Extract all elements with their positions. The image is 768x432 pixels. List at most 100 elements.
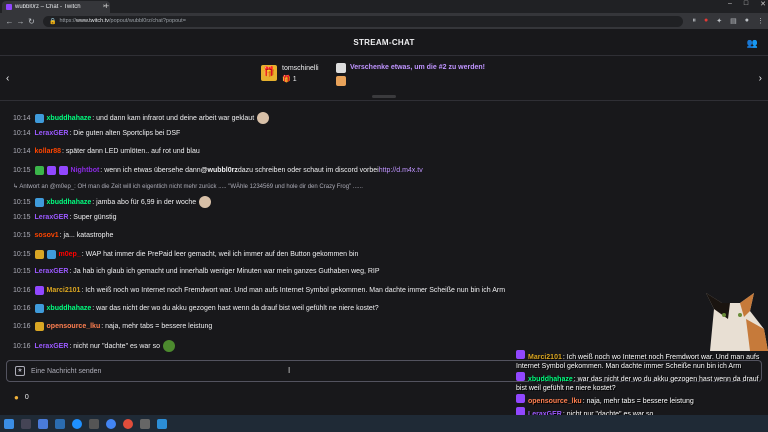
user-badge-icon[interactable]: [34, 197, 44, 207]
chat-message: 10:15 xbuddhahaze: jamba abo für 6,99 in …: [13, 196, 212, 208]
taskbar: [0, 415, 768, 432]
timestamp: 10:14: [13, 130, 31, 137]
message-text: naja, mehr tabs = bessere leistung: [105, 323, 213, 330]
start-icon[interactable]: [4, 418, 14, 429]
chat-username[interactable]: sosov1: [35, 232, 59, 239]
message-text: und dann kam infrarot und deine arbeit w…: [96, 114, 255, 122]
emote-picker-icon[interactable]: ★: [15, 366, 25, 376]
chat-message: 10:16 LeraxGER: nicht nur "dachte" es war…: [13, 340, 175, 352]
drag-handle[interactable]: [372, 95, 396, 98]
emote-icon[interactable]: [257, 112, 270, 124]
leaderboard-user[interactable]: tomschinelli: [282, 65, 319, 72]
timestamp: 10:15: [13, 167, 31, 174]
chat-username[interactable]: kollar88: [35, 148, 61, 155]
app-icon[interactable]: [123, 418, 133, 429]
chat-message: 10:14 xbuddhahaze: und dann kam infrarot …: [13, 112, 270, 124]
timestamp: 10:16: [13, 305, 31, 312]
browser-tab[interactable]: wubbl0rz – Chat - Twitch ×: [2, 1, 110, 13]
overlay-message: Marci2101: Ich weiß noch wo Internet noc…: [516, 350, 768, 371]
reload-icon[interactable]: ↻: [26, 17, 37, 26]
user-badge-icon[interactable]: [58, 166, 68, 175]
gift-leaderboard: ‹ › 🎁 tomschinelli 🎁 1 Verschenke etwas, …: [0, 57, 768, 101]
chat-message: 10:16 xbuddhahaze: war das nicht der wo d…: [13, 304, 379, 313]
reply-context[interactable]: ↳ Antwort an @m0ep_: OH man die Zeit wil…: [13, 183, 363, 190]
timestamp: 10:16: [13, 287, 31, 294]
chat-message: 10:15 m0ep_: WAP hat immer die PrePaid le…: [13, 250, 358, 259]
chat-username[interactable]: m0ep_: [59, 251, 81, 258]
overlay-username: opensource_lku: [528, 398, 582, 405]
timestamp: 10:14: [13, 148, 31, 155]
message-text: dazu schreiben oder schaut im discord vo…: [237, 167, 379, 174]
cat-image: [706, 293, 768, 351]
url-prefix: https://: [59, 18, 76, 24]
chat-username[interactable]: Nightbot: [71, 167, 100, 174]
explorer-icon[interactable]: [38, 418, 48, 429]
emote-icon[interactable]: [199, 196, 212, 208]
ublock-icon[interactable]: ●: [704, 17, 708, 25]
app-icon[interactable]: [89, 418, 99, 429]
timestamp: 10:14: [13, 114, 31, 122]
minimize-icon[interactable]: –: [728, 0, 732, 8]
forward-arrow-icon[interactable]: →: [15, 17, 26, 26]
chat-username[interactable]: xbuddhahaze: [47, 199, 92, 206]
edge-icon[interactable]: [72, 418, 82, 429]
timestamp: 10:15: [13, 251, 31, 258]
leaderboard-cta[interactable]: Verschenke etwas, um die #2 zu werden!: [350, 64, 485, 71]
message-text: später dann LED umlöten.. auf rot und bl…: [65, 148, 200, 155]
user-badge-icon[interactable]: [34, 322, 44, 331]
app-icon[interactable]: [55, 418, 65, 429]
channel-points[interactable]: ● 0: [14, 393, 29, 402]
user-badge-icon[interactable]: [46, 250, 56, 259]
lock-icon: 🔒: [49, 18, 57, 25]
window-controls: – □ ✕: [728, 0, 766, 8]
timestamp: 10:15: [13, 268, 31, 275]
user-badge-icon[interactable]: [34, 250, 44, 259]
close-window-icon[interactable]: ✕: [760, 0, 766, 8]
overlay-text: : naja, mehr tabs = bessere leistung: [582, 398, 694, 405]
maximize-icon[interactable]: □: [744, 0, 748, 8]
message-text: war das nicht der wo du akku gezogen has…: [96, 305, 379, 312]
chat-username[interactable]: LeraxGER: [35, 214, 69, 221]
user-badge-icon[interactable]: [34, 113, 44, 123]
user-badge-icon[interactable]: [34, 286, 44, 295]
chat-username[interactable]: LeraxGER: [35, 343, 69, 350]
gift-box-icon: [336, 76, 346, 86]
back-arrow-icon[interactable]: ←: [4, 17, 15, 26]
overlay-message: opensource_lku: naja, mehr tabs = besser…: [516, 394, 768, 406]
mention[interactable]: @wubbl0rz: [201, 167, 238, 174]
message-text: wenn ich etwas übersehe dann: [104, 167, 201, 174]
chat-input-placeholder: Eine Nachricht senden: [31, 367, 102, 375]
chat-username[interactable]: LeraxGER: [35, 130, 69, 137]
chat-username[interactable]: LeraxGER: [35, 268, 69, 275]
chat-username[interactable]: opensource_lku: [47, 323, 101, 330]
puzzle-icon[interactable]: ✦: [716, 17, 722, 25]
url-field[interactable]: 🔒 https:// www.twitch.tv /popout/wubbl0r…: [43, 15, 683, 27]
chrome-icon[interactable]: [106, 418, 116, 429]
user-badge-icon[interactable]: [34, 304, 44, 313]
overlay-message: xbuddhahaze: war das nicht der wo du akk…: [516, 372, 768, 393]
emote-icon[interactable]: [162, 340, 175, 352]
user-badge-icon[interactable]: [34, 166, 44, 175]
new-tab-button[interactable]: +: [104, 1, 109, 11]
chat-username[interactable]: xbuddhahaze: [47, 115, 92, 122]
chat-message: 10:15 Nightbot: wenn ich etwas übersehe d…: [13, 166, 423, 175]
extension-icon[interactable]: ⏸: [693, 17, 697, 25]
chat-message: 10:14 kollar88: später dann LED umlöten..…: [13, 148, 200, 155]
app-icon[interactable]: [157, 418, 167, 429]
users-icon[interactable]: 👥: [746, 38, 758, 49]
message-text: Ich weiß noch wo Internet noch Fremdwort…: [85, 287, 506, 294]
timestamp: 10:15: [13, 198, 31, 206]
chat-username[interactable]: xbuddhahaze: [47, 305, 92, 312]
user-badge-icon[interactable]: [46, 166, 56, 175]
app-icon[interactable]: [140, 418, 150, 429]
profile-icon[interactable]: ●: [745, 17, 749, 25]
sidebar-icon[interactable]: ▤: [730, 17, 737, 25]
chevron-right-icon[interactable]: ›: [759, 73, 762, 84]
chat-message: 10:15 LeraxGER: Ja hab ich glaub ich gema…: [13, 268, 380, 275]
taskview-icon[interactable]: [21, 418, 31, 429]
chevron-left-icon[interactable]: ‹: [6, 73, 9, 84]
message-link[interactable]: http://d.m4x.tv: [379, 167, 423, 174]
chat-username[interactable]: Marci2101: [47, 287, 81, 294]
twitch-favicon-icon: [6, 4, 12, 10]
menu-icon[interactable]: ⋮: [757, 17, 764, 25]
